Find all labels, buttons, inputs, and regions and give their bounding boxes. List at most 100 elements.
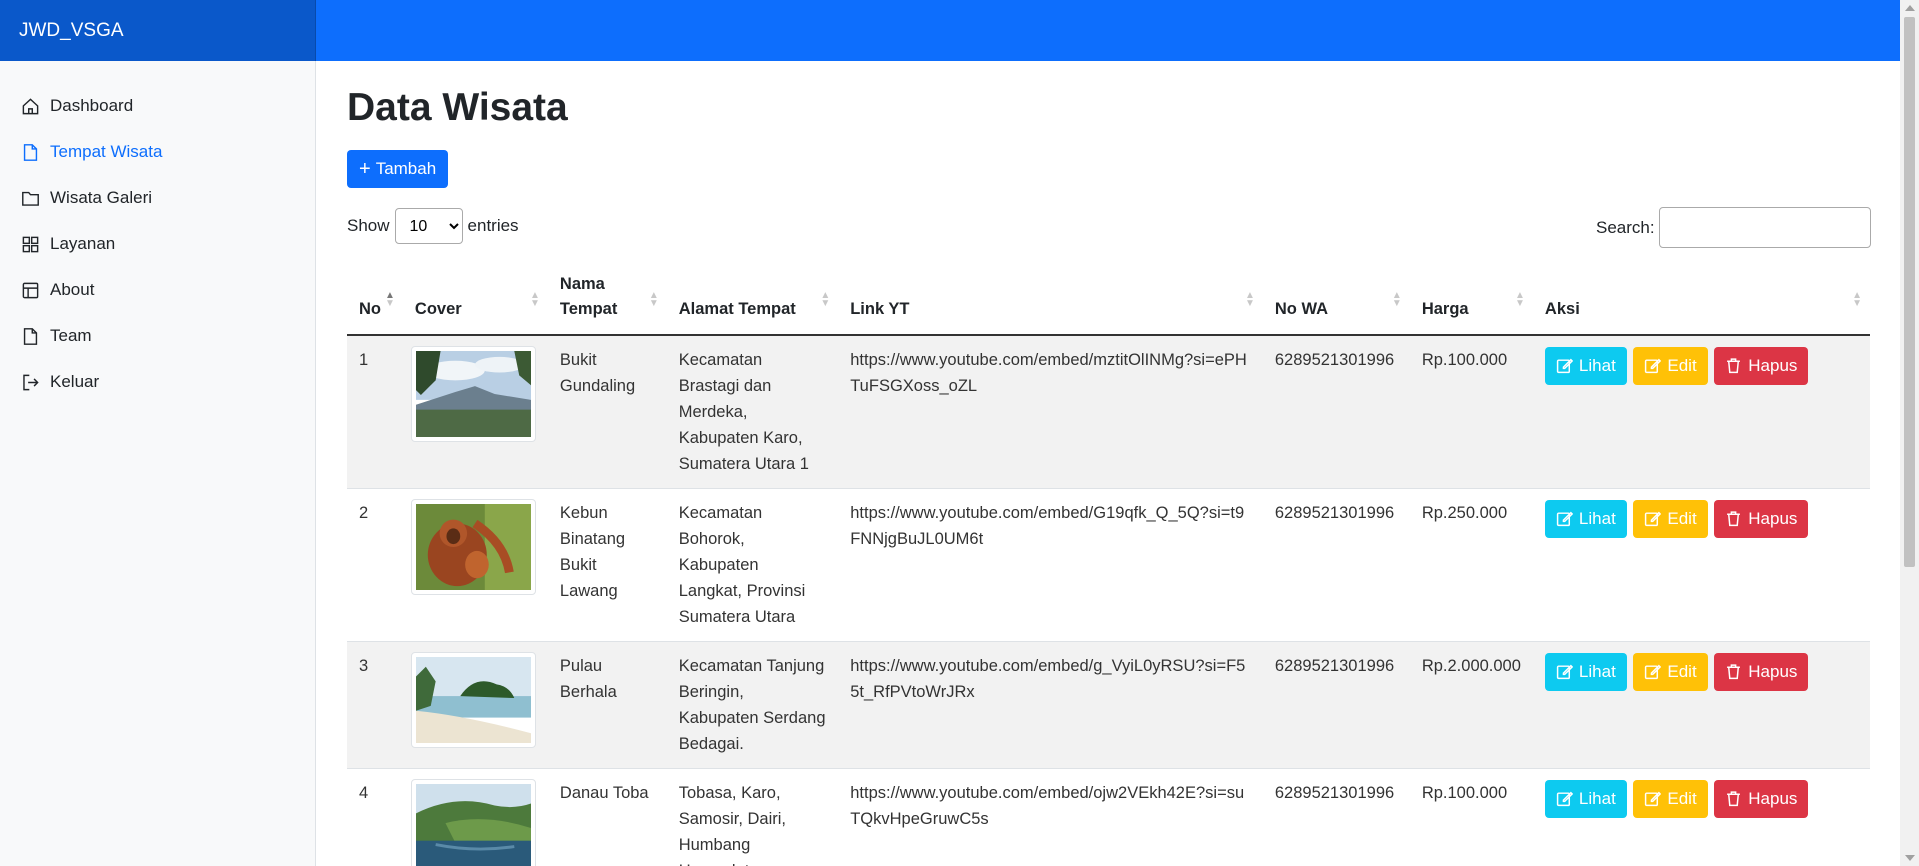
delete-button[interactable]: Hapus <box>1714 346 1809 385</box>
table-row: 1 Bukit Gundaling Kecamatan Brastagi dan… <box>347 334 1870 489</box>
cell-harga: Rp.2.000.000 <box>1409 641 1533 769</box>
sidebar-item-tempat-wisata[interactable]: Tempat Wisata <box>0 129 315 175</box>
column-header-link[interactable]: Link YT ▲ ▼ <box>838 262 1263 336</box>
cell-link: https://www.youtube.com/embed/G19qfk_Q_5… <box>838 488 1263 642</box>
cell-no: 4 <box>347 768 403 866</box>
edit-icon <box>1645 358 1662 374</box>
cover-image <box>410 651 536 748</box>
trash-icon <box>1727 358 1741 374</box>
column-header-nama[interactable]: Nama Tempat ▲ ▼ <box>547 262 667 336</box>
sort-icon: ▲ ▼ <box>1852 289 1862 309</box>
cell-nama: Pulau Berhala <box>547 641 667 769</box>
cell-nama: Bukit Gundaling <box>547 334 667 489</box>
sidebar-item-label: Layanan <box>50 234 116 253</box>
brand-logo[interactable]: JWD_VSGA <box>0 0 316 61</box>
search-label: Search: <box>1596 217 1655 237</box>
wisata-table: No ▲ ▼ Cover ▲ ▼ Nama Tempat ▲ ▼ Alamat Tempat… <box>347 262 1870 866</box>
cell-no: 2 <box>347 488 403 642</box>
column-header-harga[interactable]: Harga ▲ ▼ <box>1409 262 1533 336</box>
show-label: Show <box>347 216 390 235</box>
sidebar-item-dashboard[interactable]: Dashboard <box>0 83 315 129</box>
edit-icon <box>1556 511 1573 527</box>
plus-icon: + <box>359 157 371 180</box>
sidebar-item-layanan[interactable]: Layanan <box>0 221 315 267</box>
page-scrollbar[interactable] <box>1900 0 1919 866</box>
edit-icon <box>1645 791 1662 807</box>
cell-harga: Rp.100.000 <box>1409 334 1533 489</box>
cell-alamat: Kecamatan Bohorok, Kabupaten Langkat, Pr… <box>666 488 839 642</box>
sort-icon: ▲ ▼ <box>1391 289 1402 309</box>
edit-button[interactable]: Edit <box>1633 652 1708 691</box>
entries-label: entries <box>467 216 519 235</box>
cell-alamat: Tobasa, Karo, Samosir, Dairi, Humbang Ha… <box>666 768 839 866</box>
sidebar-item-team[interactable]: Team <box>0 313 315 359</box>
cell-link: https://www.youtube.com/embed/g_VyiL0yRS… <box>838 641 1263 769</box>
layout-icon <box>21 281 40 300</box>
table-row: 3 Pulau Berhala Kecamatan Tanjung Bering… <box>347 641 1870 769</box>
column-header-aksi[interactable]: Aksi ▲ ▼ <box>1532 262 1870 336</box>
scroll-up-arrow[interactable] <box>1905 5 1915 11</box>
table-row: 2 Kebun Binatang Bukit Lawang Kecamatan … <box>347 488 1870 642</box>
sort-icon: ▲ ▼ <box>1244 289 1255 309</box>
sidebar-item-wisata-galeri[interactable]: Wisata Galeri <box>0 175 315 221</box>
cell-wa: 6289521301996 <box>1262 768 1410 866</box>
view-button[interactable]: Lihat <box>1544 499 1627 538</box>
sort-icon: ▲ ▼ <box>530 289 540 309</box>
grid-icon <box>21 235 40 254</box>
cell-cover <box>402 641 548 769</box>
cell-cover <box>402 768 548 866</box>
sidebar: Dashboard Tempat Wisata Wisata Galeri La… <box>0 61 316 866</box>
view-button[interactable]: Lihat <box>1544 346 1627 385</box>
column-header-wa[interactable]: No WA ▲ ▼ <box>1262 262 1410 336</box>
cell-alamat: Kecamatan Tanjung Beringin, Kabupaten Se… <box>666 641 839 769</box>
trash-icon <box>1727 511 1741 527</box>
edit-icon <box>1556 791 1573 807</box>
column-header-cover[interactable]: Cover ▲ ▼ <box>402 262 548 336</box>
cell-wa: 6289521301996 <box>1262 334 1410 489</box>
file-icon <box>21 327 40 346</box>
search-control: Search: <box>1596 207 1871 248</box>
cell-aksi: Lihat Edit Hapus <box>1532 641 1870 769</box>
scroll-down-arrow[interactable] <box>1905 855 1915 861</box>
cell-nama: Danau Toba <box>547 768 667 866</box>
table-row: 4 Danau Toba Tobasa, Karo, Samosir, Dair… <box>347 768 1870 866</box>
house-icon <box>21 97 40 116</box>
column-header-no[interactable]: No ▲ ▼ <box>347 262 403 336</box>
delete-button[interactable]: Hapus <box>1714 779 1809 818</box>
view-button[interactable]: Lihat <box>1544 652 1627 691</box>
delete-button[interactable]: Hapus <box>1714 499 1809 538</box>
edit-button[interactable]: Edit <box>1633 499 1708 538</box>
trash-icon <box>1727 664 1741 680</box>
file-icon <box>21 143 40 162</box>
cell-link: https://www.youtube.com/embed/mztitOlINM… <box>838 334 1263 489</box>
sidebar-item-label: About <box>50 280 95 299</box>
add-button[interactable]: + Tambah <box>347 150 449 188</box>
cover-image <box>410 498 536 595</box>
page-length-select[interactable]: 10 <box>394 208 463 244</box>
sidebar-item-about[interactable]: About <box>0 267 315 313</box>
sort-icon: ▲ ▼ <box>1515 289 1525 309</box>
edit-icon <box>1556 358 1573 374</box>
cell-link: https://www.youtube.com/embed/ojw2VEkh42… <box>838 768 1263 866</box>
scrollbar-thumb[interactable] <box>1904 17 1915 567</box>
sidebar-item-label: Team <box>50 326 92 345</box>
add-button-label: Tambah <box>375 159 437 178</box>
edit-icon <box>1645 664 1662 680</box>
edit-icon <box>1645 511 1662 527</box>
cell-aksi: Lihat Edit Hapus <box>1532 334 1870 489</box>
cell-cover <box>402 334 548 489</box>
edit-button[interactable]: Edit <box>1633 346 1708 385</box>
edit-button[interactable]: Edit <box>1633 779 1708 818</box>
cover-image <box>410 345 536 442</box>
view-button[interactable]: Lihat <box>1544 779 1627 818</box>
cell-cover <box>402 488 548 642</box>
search-input[interactable] <box>1658 207 1871 248</box>
column-header-alamat[interactable]: Alamat Tempat ▲ ▼ <box>666 262 839 336</box>
delete-button[interactable]: Hapus <box>1714 652 1809 691</box>
main-content: Data Wisata + Tambah Show 10 entries Sea… <box>316 61 1900 866</box>
sort-icon: ▲ ▼ <box>385 289 395 309</box>
cell-alamat: Kecamatan Brastagi dan Merdeka, Kabupate… <box>666 334 839 489</box>
cell-aksi: Lihat Edit Hapus <box>1532 768 1870 866</box>
cell-wa: 6289521301996 <box>1262 488 1410 642</box>
sidebar-item-keluar[interactable]: Keluar <box>0 359 315 405</box>
